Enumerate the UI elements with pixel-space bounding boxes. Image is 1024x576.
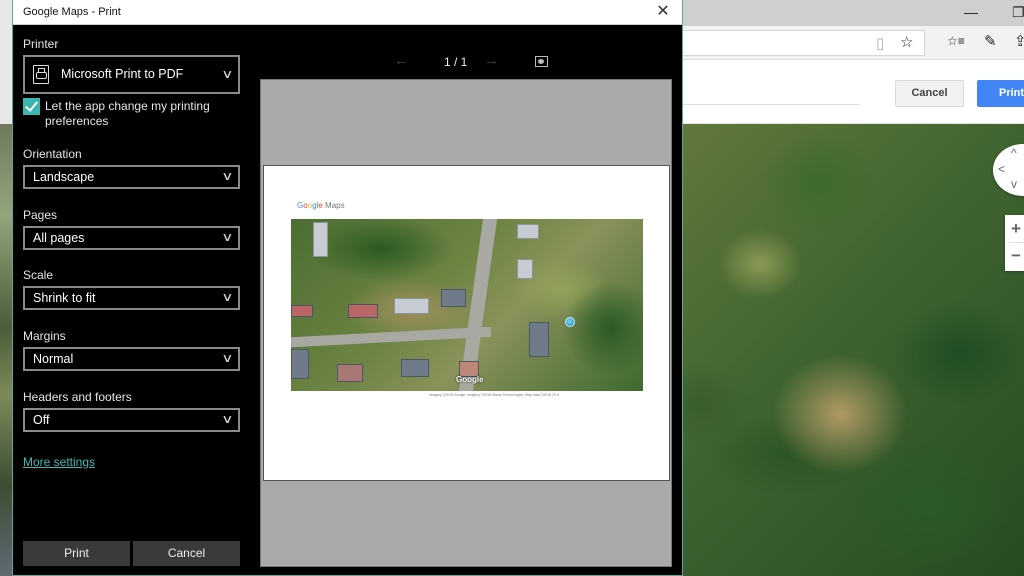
map-house [348,304,378,318]
scale-value: Shrink to fit [33,291,96,305]
printer-value: Microsoft Print to PDF [61,67,184,81]
map-house [517,224,539,239]
page-indicator: 1 / 1 [444,55,468,69]
map-house [529,322,549,357]
map-left-edge [0,124,12,576]
margins-value: Normal [33,352,74,366]
reading-view-icon[interactable]: ▯ [876,36,884,51]
favorite-star-icon[interactable]: ☆ [900,35,913,50]
map-house [313,222,328,257]
map-house [291,349,309,379]
headers-footers-label: Headers and footers [23,390,132,404]
more-settings-link[interactable]: More settings [23,455,95,469]
margins-label: Margins [23,329,66,343]
pages-select[interactable]: All pages ∨ [23,226,240,250]
print-dialog: Google Maps - Print ✕ Printer Microsoft … [12,0,683,576]
pages-label: Pages [23,208,58,222]
header-divider [660,104,860,105]
map-house [337,364,363,382]
zoom-divider [1009,242,1024,243]
map-house [517,259,533,279]
pan-down-icon[interactable]: v [1011,178,1017,190]
maps-print-button[interactable]: Print [977,80,1024,107]
preview-navigation: ← 1 / 1 → [260,50,682,74]
pages-value: All pages [33,231,85,245]
orientation-select[interactable]: Landscape ∨ [23,165,240,189]
pan-up-icon[interactable]: ^ [1011,147,1017,159]
print-settings-panel: Printer Microsoft Print to PDF ∨ Let the… [13,25,253,575]
maps-cancel-button[interactable]: Cancel [895,80,964,107]
printer-label: Printer [23,37,59,51]
restore-button[interactable]: ❐ [1012,4,1024,21]
chevron-down-icon: ∨ [221,290,234,304]
share-icon[interactable]: ⇪ [1014,34,1024,49]
map-house [291,305,313,317]
map-house [441,289,466,307]
headers-footers-value: Off [33,413,50,427]
print-preview: Google Maps Google Imagery ©2018 Google,… [260,79,672,567]
chevron-down-icon: ∨ [221,351,234,365]
chevron-down-icon: ∨ [221,230,234,244]
margins-select[interactable]: Normal ∨ [23,347,240,371]
previous-page-icon[interactable]: ← [394,52,409,69]
app-prefs-checkbox[interactable] [23,98,40,115]
app-prefs-label: Let the app change my printing preferenc… [45,99,210,128]
print-button[interactable]: Print [23,541,130,566]
map-zoom-control: + − [1005,215,1024,271]
printer-select[interactable]: Microsoft Print to PDF ∨ [23,55,240,94]
zoom-in-button[interactable]: + [1011,220,1021,237]
preview-page: Google Maps Google Imagery ©2018 Google,… [263,165,670,481]
headers-footers-select[interactable]: Off ∨ [23,408,240,432]
pan-left-icon[interactable]: < [998,163,1005,175]
cancel-button[interactable]: Cancel [133,541,240,566]
dialog-title: Google Maps - Print [23,6,121,18]
map-house [401,359,429,377]
minimize-button[interactable]: — [964,4,978,20]
chevron-down-icon: ∨ [221,67,234,81]
map-credit: Imagery ©2018 Google, Imagery ©2018 Maxa… [429,393,559,397]
google-maps-logo: Google Maps [297,201,345,210]
preview-map-image: Google [291,219,643,391]
zoom-out-button[interactable]: − [1011,247,1021,264]
scale-label: Scale [23,268,54,282]
browser-left-edge [0,0,12,124]
dialog-titlebar: Google Maps - Print ✕ [13,0,682,25]
chevron-down-icon: ∨ [221,169,234,183]
map-pool [565,317,575,327]
printer-icon [33,65,49,84]
web-notes-icon[interactable]: ✎ [984,34,997,49]
orientation-value: Landscape [33,170,95,184]
google-watermark: Google [456,375,484,384]
favorites-list-icon[interactable]: ☆≡ [947,35,965,47]
next-page-icon[interactable]: → [484,52,499,69]
close-icon[interactable]: ✕ [652,2,674,22]
map-house [394,298,429,314]
scale-select[interactable]: Shrink to fit ∨ [23,286,240,310]
map-road [291,326,492,348]
chevron-down-icon: ∨ [221,412,234,426]
fit-page-icon[interactable] [535,56,548,67]
orientation-label: Orientation [23,147,82,161]
